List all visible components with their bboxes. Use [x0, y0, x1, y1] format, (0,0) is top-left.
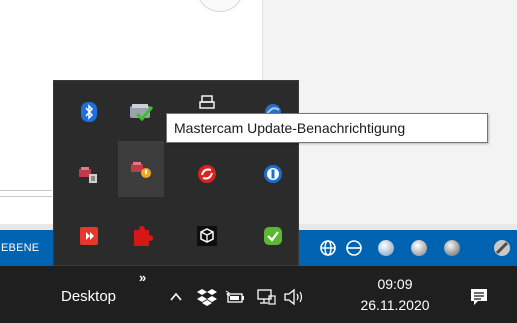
layer-label: EBENE — [1, 242, 40, 254]
anydesk-icon[interactable] — [67, 215, 111, 257]
show-hidden-icons-chevron-icon[interactable] — [165, 286, 187, 308]
tray-icon-tooltip: Mastercam Update-Benachrichtigung — [166, 113, 488, 143]
taskbar: Desktop » 09:09 26.11.2020 — [0, 266, 517, 323]
desktop-toolbar-label[interactable]: Desktop — [61, 288, 116, 305]
clock-time[interactable]: 09:09 — [350, 276, 440, 292]
half-globe-icon[interactable] — [342, 236, 366, 260]
mastercam-check-icon[interactable] — [119, 91, 163, 133]
network-icon[interactable] — [255, 286, 277, 308]
action-center-icon[interactable] — [466, 284, 492, 310]
sync-circle-icon[interactable] — [185, 153, 229, 195]
sphere-shaded-icon[interactable] — [374, 236, 398, 260]
mastercam-update-icon[interactable] — [118, 141, 164, 197]
sphere-section-icon[interactable] — [490, 236, 514, 260]
divider-line — [0, 196, 52, 197]
divider-line — [0, 190, 52, 191]
puzzle-icon[interactable] — [119, 215, 163, 257]
shield-check-icon[interactable] — [251, 215, 295, 257]
speaker-volume-icon[interactable] — [283, 286, 305, 308]
sphere-solid-icon[interactable] — [440, 236, 464, 260]
dropbox-icon[interactable] — [196, 286, 218, 308]
cube-icon[interactable] — [185, 215, 229, 257]
battery-charging-icon[interactable] — [224, 286, 246, 308]
toolbar-overflow-chevron[interactable]: » — [139, 270, 146, 285]
bluetooth-icon[interactable] — [67, 91, 111, 133]
mastercam-license-icon[interactable] — [67, 153, 111, 195]
globe-icon[interactable] — [316, 236, 340, 260]
password-manager-icon[interactable] — [251, 153, 295, 195]
tray-overflow-flyout — [53, 80, 299, 266]
clock-date[interactable]: 26.11.2020 — [350, 297, 440, 313]
sphere-wireframe-icon[interactable] — [407, 236, 431, 260]
window-circle-control — [196, 0, 244, 12]
